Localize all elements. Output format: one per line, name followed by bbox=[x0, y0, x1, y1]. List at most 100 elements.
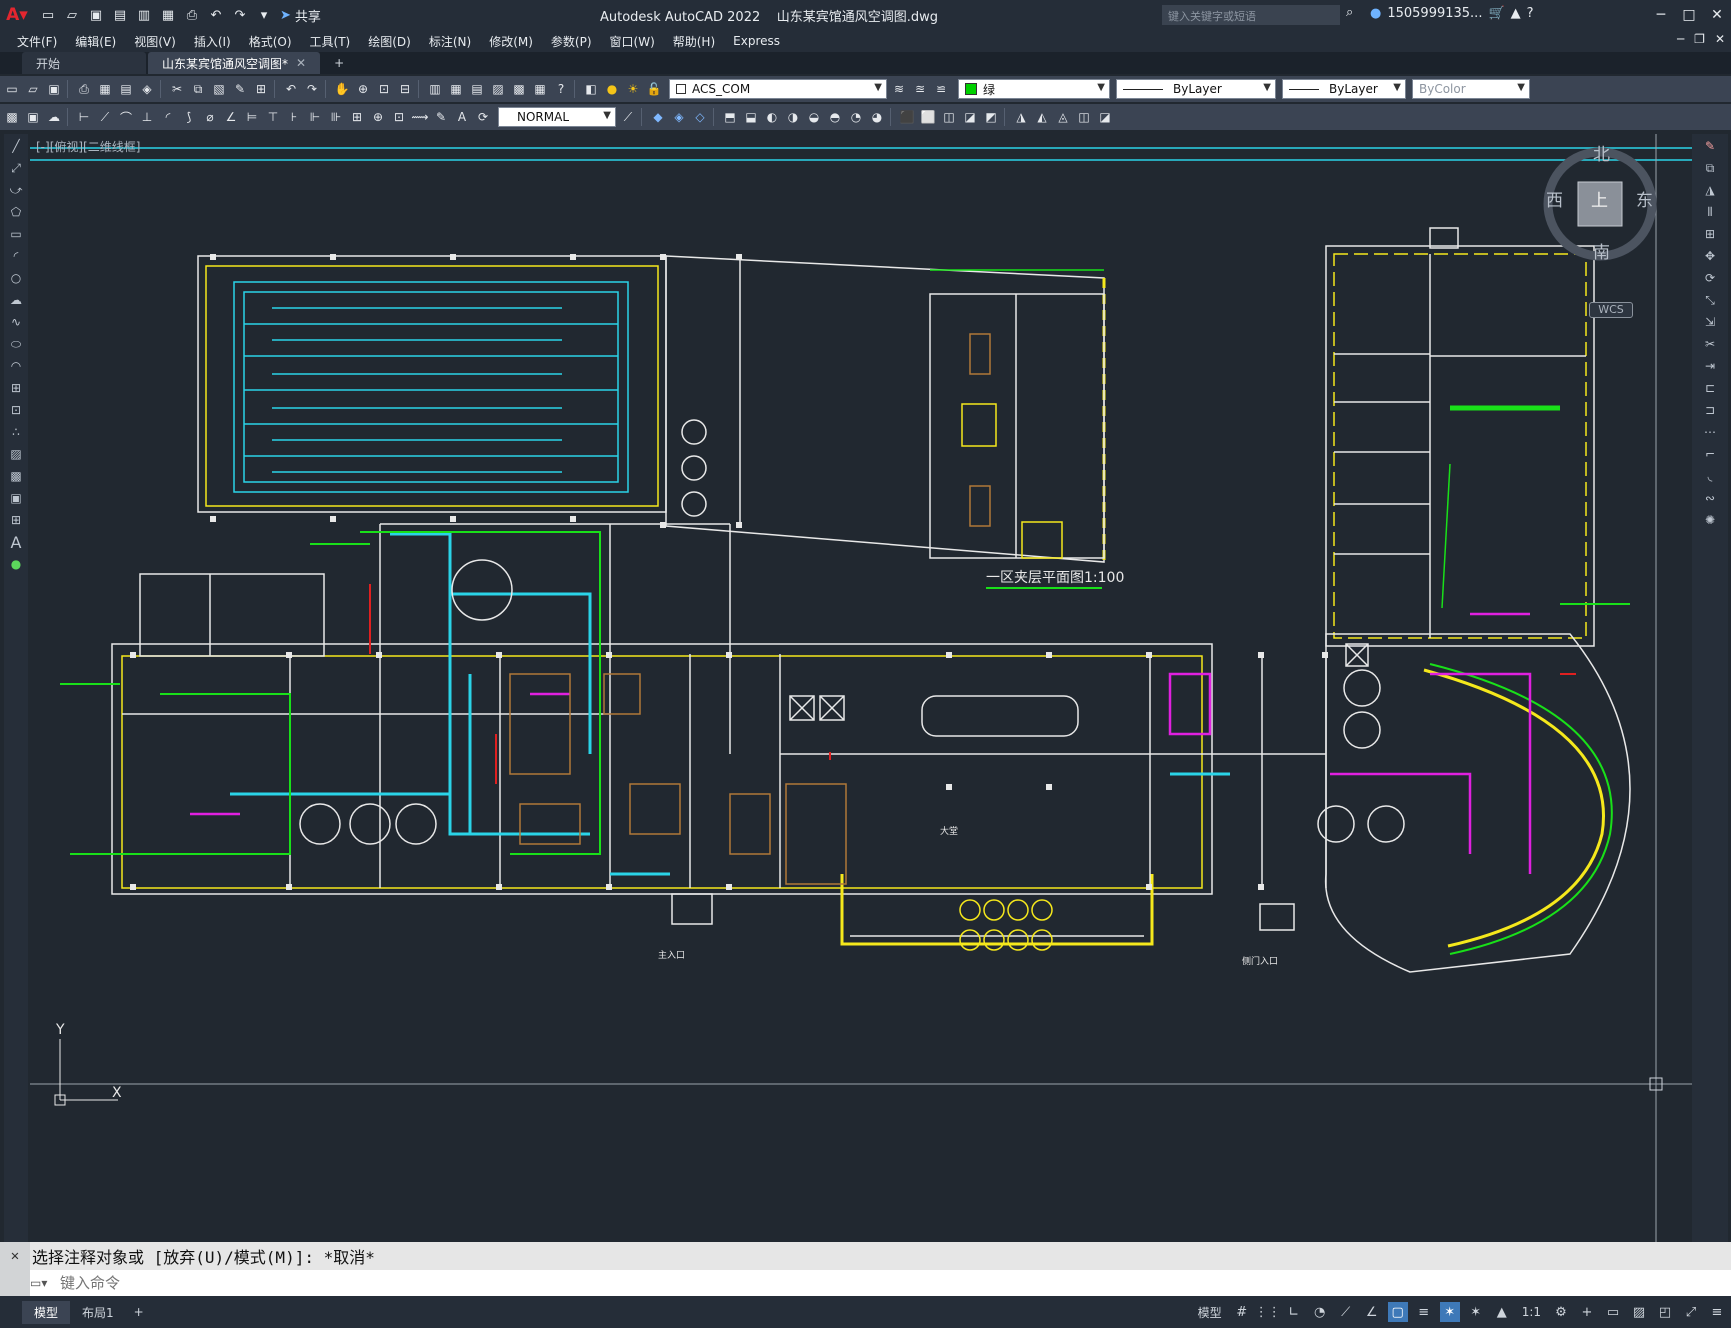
pan-icon[interactable]: ✋ bbox=[333, 80, 351, 98]
ortho-icon[interactable]: ∟ bbox=[1284, 1302, 1304, 1322]
menu-parametric[interactable]: 参数(P) bbox=[542, 33, 601, 50]
loft-icon[interactable]: ◒ bbox=[805, 108, 823, 126]
table-icon[interactable]: ⊞ bbox=[7, 510, 25, 530]
tool-palettes-icon[interactable]: ▤ bbox=[468, 80, 486, 98]
osnap-icon[interactable]: ▢ bbox=[1387, 1302, 1408, 1322]
dim-text-edit-icon[interactable]: A bbox=[453, 108, 471, 126]
wcs-menu[interactable]: WCS bbox=[1589, 302, 1633, 318]
quickcalc-icon[interactable]: ▦ bbox=[531, 80, 549, 98]
dimension-style-icon[interactable]: ▩ bbox=[3, 108, 21, 126]
arc-icon[interactable]: ◜ bbox=[7, 246, 25, 266]
command-prompt-icon[interactable]: ▭▾ bbox=[30, 1276, 60, 1290]
visual-style-2-icon[interactable]: ⬜ bbox=[919, 108, 937, 126]
baseline-icon[interactable]: ⊤ bbox=[264, 108, 282, 126]
render-icon[interactable]: ◮ bbox=[1012, 108, 1030, 126]
move-icon[interactable]: ✥ bbox=[1701, 246, 1719, 266]
paste-icon[interactable]: ▧ bbox=[210, 80, 228, 98]
fullscreen-icon[interactable]: ⤢ bbox=[1681, 1302, 1701, 1322]
object-snap-tracking-icon[interactable]: ∠ bbox=[1362, 1302, 1382, 1322]
isodraft-icon[interactable]: ⟋ bbox=[1336, 1302, 1356, 1322]
menu-help[interactable]: 帮助(H) bbox=[664, 33, 724, 50]
spline-icon[interactable]: ∿ bbox=[7, 312, 25, 332]
extrude-icon[interactable]: ⬒ bbox=[721, 108, 739, 126]
publish-tb-icon[interactable]: ▤ bbox=[117, 80, 135, 98]
auto-scale-icon[interactable]: ▲ bbox=[1492, 1302, 1512, 1322]
tolerance-icon[interactable]: ⊞ bbox=[348, 108, 366, 126]
rectangle-icon[interactable]: ▭ bbox=[7, 224, 25, 244]
line-icon[interactable]: ╱ bbox=[7, 136, 25, 156]
new-tab-icon[interactable]: + bbox=[328, 52, 350, 74]
annotation-monitor-icon[interactable]: ✶ bbox=[1439, 1302, 1460, 1322]
help-icon[interactable]: ? bbox=[1527, 6, 1534, 21]
aligned-dim-icon[interactable]: ⟋ bbox=[96, 108, 114, 126]
dimstyle-dropdown[interactable]: NORMAL ▼ bbox=[498, 107, 616, 127]
customize-icon[interactable] bbox=[0, 1270, 30, 1296]
layer-manager-icon[interactable]: ◧ bbox=[582, 80, 600, 98]
dimstyle-manager-icon[interactable]: ⟋ bbox=[619, 108, 637, 126]
qat-dropdown-icon[interactable]: ▾ bbox=[254, 5, 274, 25]
viewcube-south[interactable]: 南 bbox=[1593, 238, 1610, 263]
menu-view[interactable]: 视图(V) bbox=[125, 33, 185, 50]
menu-insert[interactable]: 插入(I) bbox=[185, 33, 240, 50]
insert-block-icon[interactable]: ⊞ bbox=[7, 378, 25, 398]
offset-icon[interactable]: ⫴ bbox=[1701, 202, 1719, 222]
tab-close-icon[interactable]: ✕ bbox=[296, 56, 306, 70]
presspull-icon[interactable]: ⬓ bbox=[742, 108, 760, 126]
redo-icon[interactable]: ↷ bbox=[230, 5, 250, 25]
open-icon[interactable]: ▱ bbox=[62, 5, 82, 25]
menu-dimension[interactable]: 标注(N) bbox=[420, 33, 480, 50]
tab-model[interactable]: 模型 bbox=[22, 1300, 71, 1324]
menu-file[interactable]: 文件(F) bbox=[8, 33, 66, 50]
3d-subtract-icon[interactable]: ◇ bbox=[691, 108, 709, 126]
region-icon[interactable]: ▣ bbox=[7, 488, 25, 508]
block-editor-icon[interactable]: ⊞ bbox=[252, 80, 270, 98]
quick-dim-icon[interactable]: ⊨ bbox=[243, 108, 261, 126]
zoom-window-icon[interactable]: ⊡ bbox=[375, 80, 393, 98]
slice-icon[interactable]: ◓ bbox=[826, 108, 844, 126]
layer-on-icon[interactable]: ● bbox=[603, 80, 621, 98]
text-icon[interactable]: A bbox=[7, 532, 25, 552]
menu-tools[interactable]: 工具(T) bbox=[301, 33, 360, 50]
dim-edit-icon[interactable]: ✎ bbox=[432, 108, 450, 126]
menu-modify[interactable]: 修改(M) bbox=[480, 33, 542, 50]
annotation-scale[interactable]: 1:1 bbox=[1518, 1305, 1545, 1319]
annotation-visibility-icon[interactable]: ✶ bbox=[1466, 1302, 1486, 1322]
minimize-icon[interactable]: ─ bbox=[1647, 0, 1675, 30]
zoom-previous-icon[interactable]: ⊟ bbox=[396, 80, 414, 98]
model-space-label[interactable]: 模型 bbox=[1194, 1304, 1226, 1321]
hatch-icon[interactable]: ▨ bbox=[7, 444, 25, 464]
tab-start[interactable]: 开始 bbox=[22, 52, 146, 74]
trim-icon[interactable]: ✂ bbox=[1701, 334, 1719, 354]
scale-icon[interactable]: ⤡ bbox=[1701, 290, 1719, 310]
revcloud-palette-icon[interactable]: ☁ bbox=[7, 290, 25, 310]
circle-icon[interactable]: ○ bbox=[7, 268, 25, 288]
menu-express[interactable]: Express bbox=[724, 34, 789, 48]
walk-icon[interactable]: ◪ bbox=[1096, 108, 1114, 126]
autocad-logo-icon[interactable]: A▾ bbox=[0, 0, 34, 30]
erase-icon[interactable]: ✎ bbox=[1701, 136, 1719, 156]
layer-dropdown[interactable]: ACS_COM ▼ bbox=[669, 79, 887, 99]
radius-icon[interactable]: ◜ bbox=[159, 108, 177, 126]
print-icon[interactable]: ⎙ bbox=[182, 5, 202, 25]
polyline-icon[interactable]: ⤻ bbox=[7, 180, 25, 200]
menu-window[interactable]: 窗口(W) bbox=[601, 33, 664, 50]
chamfer-icon[interactable]: ⌐ bbox=[1701, 444, 1719, 464]
3d-union-icon[interactable]: ◈ bbox=[670, 108, 688, 126]
help-tb-icon[interactable]: ? bbox=[552, 80, 570, 98]
publish-icon[interactable]: ▥ bbox=[134, 5, 154, 25]
3d-box-icon[interactable]: ◆ bbox=[649, 108, 667, 126]
workspace-gear-icon[interactable]: ⚙ bbox=[1551, 1302, 1571, 1322]
space-icon[interactable]: ⊩ bbox=[306, 108, 324, 126]
viewport-label[interactable]: [-][俯视][二维线框] bbox=[36, 138, 140, 155]
plotstyle-dropdown[interactable]: ByColor ▼ bbox=[1412, 79, 1530, 99]
cut-icon[interactable]: ✂ bbox=[168, 80, 186, 98]
arc-length-icon[interactable]: ⌒ bbox=[117, 108, 135, 126]
layer-states-icon[interactable]: ≌ bbox=[932, 80, 950, 98]
make-block-icon[interactable]: ⊡ bbox=[7, 400, 25, 420]
plot-icon[interactable]: ⎙ bbox=[75, 80, 93, 98]
color-dropdown[interactable]: 绿 ▼ bbox=[958, 79, 1110, 99]
construction-line-icon[interactable]: ⤢ bbox=[7, 158, 25, 178]
search-icon[interactable]: ⌕ bbox=[1346, 5, 1353, 20]
ellipse-icon[interactable]: ⬭ bbox=[7, 334, 25, 354]
visual-style-4-icon[interactable]: ◪ bbox=[961, 108, 979, 126]
